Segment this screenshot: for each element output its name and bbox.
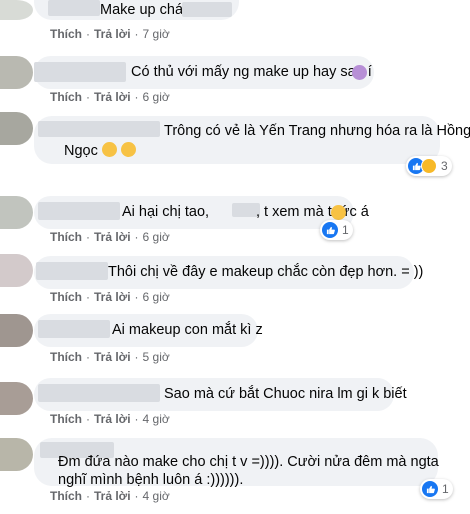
comment-actions: Thích · Trả lời · 7 giờ — [50, 27, 170, 41]
blurred-author-name — [48, 0, 100, 16]
separator: · — [86, 412, 90, 426]
reply-link[interactable]: Trả lời — [94, 290, 131, 304]
avatar[interactable] — [0, 0, 33, 20]
like-link[interactable]: Thích — [50, 230, 82, 244]
comment-text: Make up chán — [100, 2, 192, 18]
comment-bubble: Thôi chị về đây e makeup chắc còn đẹp hơ… — [34, 256, 423, 289]
comment-text: Thôi chị về đây e makeup chắc còn đẹp hơ… — [108, 264, 424, 280]
separator: · — [134, 290, 139, 304]
comment-time[interactable]: 5 giờ — [143, 350, 170, 364]
separator: · — [134, 27, 139, 41]
blurred-author-name — [34, 62, 126, 82]
like-link[interactable]: Thích — [50, 489, 82, 503]
comment-text-line2: Ngọc — [64, 142, 136, 161]
comment-text-line2: nghĩ mình bệnh luôn á :)))))). — [58, 472, 244, 488]
rofl-emoji — [120, 142, 136, 157]
reaction-count: 1 — [342, 223, 349, 237]
comment-time[interactable]: 6 giờ — [143, 290, 170, 304]
reply-link[interactable]: Trả lời — [94, 90, 131, 104]
woman-gesturing-emoji — [352, 65, 367, 80]
comment-text-line1: Trông có vẻ là Yến Trang nhưng hóa ra là… — [164, 123, 470, 139]
blurred-author-name — [38, 121, 160, 137]
separator: · — [134, 90, 139, 104]
comment-text-part2: , t xem mà t tức á — [256, 204, 369, 220]
comment-text-part1: Ai hại chị tao, — [122, 204, 210, 220]
avatar[interactable] — [0, 314, 33, 347]
comment-text: Ai makeup con mắt kì z — [112, 322, 263, 338]
like-reaction-icon — [422, 481, 438, 497]
separator: · — [86, 90, 90, 104]
comment-actions: Thích · Trả lời · 5 giờ — [50, 350, 170, 364]
blurred-author-name — [38, 202, 120, 220]
comment-actions: Thích · Trả lời · 4 giờ — [50, 412, 170, 426]
blurred-author-name — [36, 262, 108, 280]
reply-link[interactable]: Trả lời — [94, 350, 131, 364]
comment-actions: Thích · Trả lời · 6 giờ — [50, 230, 170, 244]
comment-time[interactable]: 4 giờ — [143, 412, 170, 426]
like-reaction-icon — [322, 222, 338, 238]
avatar[interactable] — [0, 254, 33, 287]
like-link[interactable]: Thích — [50, 412, 82, 426]
comment-text-line1: Đm đứa nào make cho chị t v =)))). Cười … — [58, 454, 439, 470]
avatar[interactable] — [0, 112, 33, 145]
reaction-summary[interactable]: 3 — [406, 156, 452, 176]
reply-link[interactable]: Trả lời — [94, 489, 131, 503]
reaction-count: 3 — [441, 159, 448, 173]
avatar[interactable] — [0, 382, 33, 415]
separator: · — [86, 27, 90, 41]
haha-reaction-icon — [421, 158, 437, 174]
avatar[interactable] — [0, 196, 33, 229]
comment-bubble: Sao mà cứ bắt Chuoc nira lm gi k biết — [34, 378, 407, 411]
separator: · — [86, 230, 90, 244]
reaction-summary[interactable]: 1 — [320, 220, 353, 240]
blurred-text — [182, 2, 232, 17]
separator: · — [86, 350, 90, 364]
separator: · — [86, 489, 90, 503]
comment-bubble: Ai makeup con mắt kì z — [34, 314, 263, 347]
comment-bubble: Có thủ với mấy ng make up hay sao í — [34, 56, 374, 89]
rofl-emoji — [101, 142, 117, 157]
comment-bubble: Đm đứa nào make cho chị t v =)))). Cười … — [34, 438, 439, 488]
comment-bubble: Ai hại chị tao, , t xem mà t tức á — [34, 196, 369, 229]
reply-link[interactable]: Trả lời — [94, 230, 131, 244]
blurred-author-name — [38, 320, 110, 338]
avatar[interactable] — [0, 438, 33, 471]
separator: · — [134, 489, 139, 503]
separator: · — [134, 412, 139, 426]
comment-time[interactable]: 7 giờ — [143, 27, 170, 41]
separator: · — [134, 350, 139, 364]
squinting-laugh-emoji — [331, 205, 346, 220]
comment-actions: Thích · Trả lời · 6 giờ — [50, 290, 170, 304]
like-link[interactable]: Thích — [50, 90, 82, 104]
reply-link[interactable]: Trả lời — [94, 412, 131, 426]
comment-text: Sao mà cứ bắt Chuoc nira lm gi k biết — [164, 386, 407, 402]
comment-actions: Thích · Trả lời · 4 giờ — [50, 489, 170, 503]
separator: · — [134, 230, 139, 244]
comment-actions: Thích · Trả lời · 6 giờ — [50, 90, 170, 104]
reply-link[interactable]: Trả lời — [94, 27, 131, 41]
reaction-summary[interactable]: 1 — [420, 479, 453, 499]
comment-time[interactable]: 4 giờ — [143, 489, 170, 503]
like-link[interactable]: Thích — [50, 27, 82, 41]
comment-bubble: Make up chán — [34, 0, 239, 20]
like-link[interactable]: Thích — [50, 350, 82, 364]
separator: · — [86, 290, 90, 304]
reaction-count: 1 — [442, 482, 449, 496]
comment-text-line2-word: Ngọc — [64, 143, 98, 159]
comment-time[interactable]: 6 giờ — [143, 230, 170, 244]
comment-bubble: Trông có vẻ là Yến Trang nhưng hóa ra là… — [34, 116, 470, 164]
blurred-author-name — [38, 384, 160, 402]
comment-text: Có thủ với mấy ng make up hay sao í — [131, 64, 372, 80]
avatar[interactable] — [0, 56, 33, 89]
like-link[interactable]: Thích — [50, 290, 82, 304]
comment-time[interactable]: 6 giờ — [143, 90, 170, 104]
